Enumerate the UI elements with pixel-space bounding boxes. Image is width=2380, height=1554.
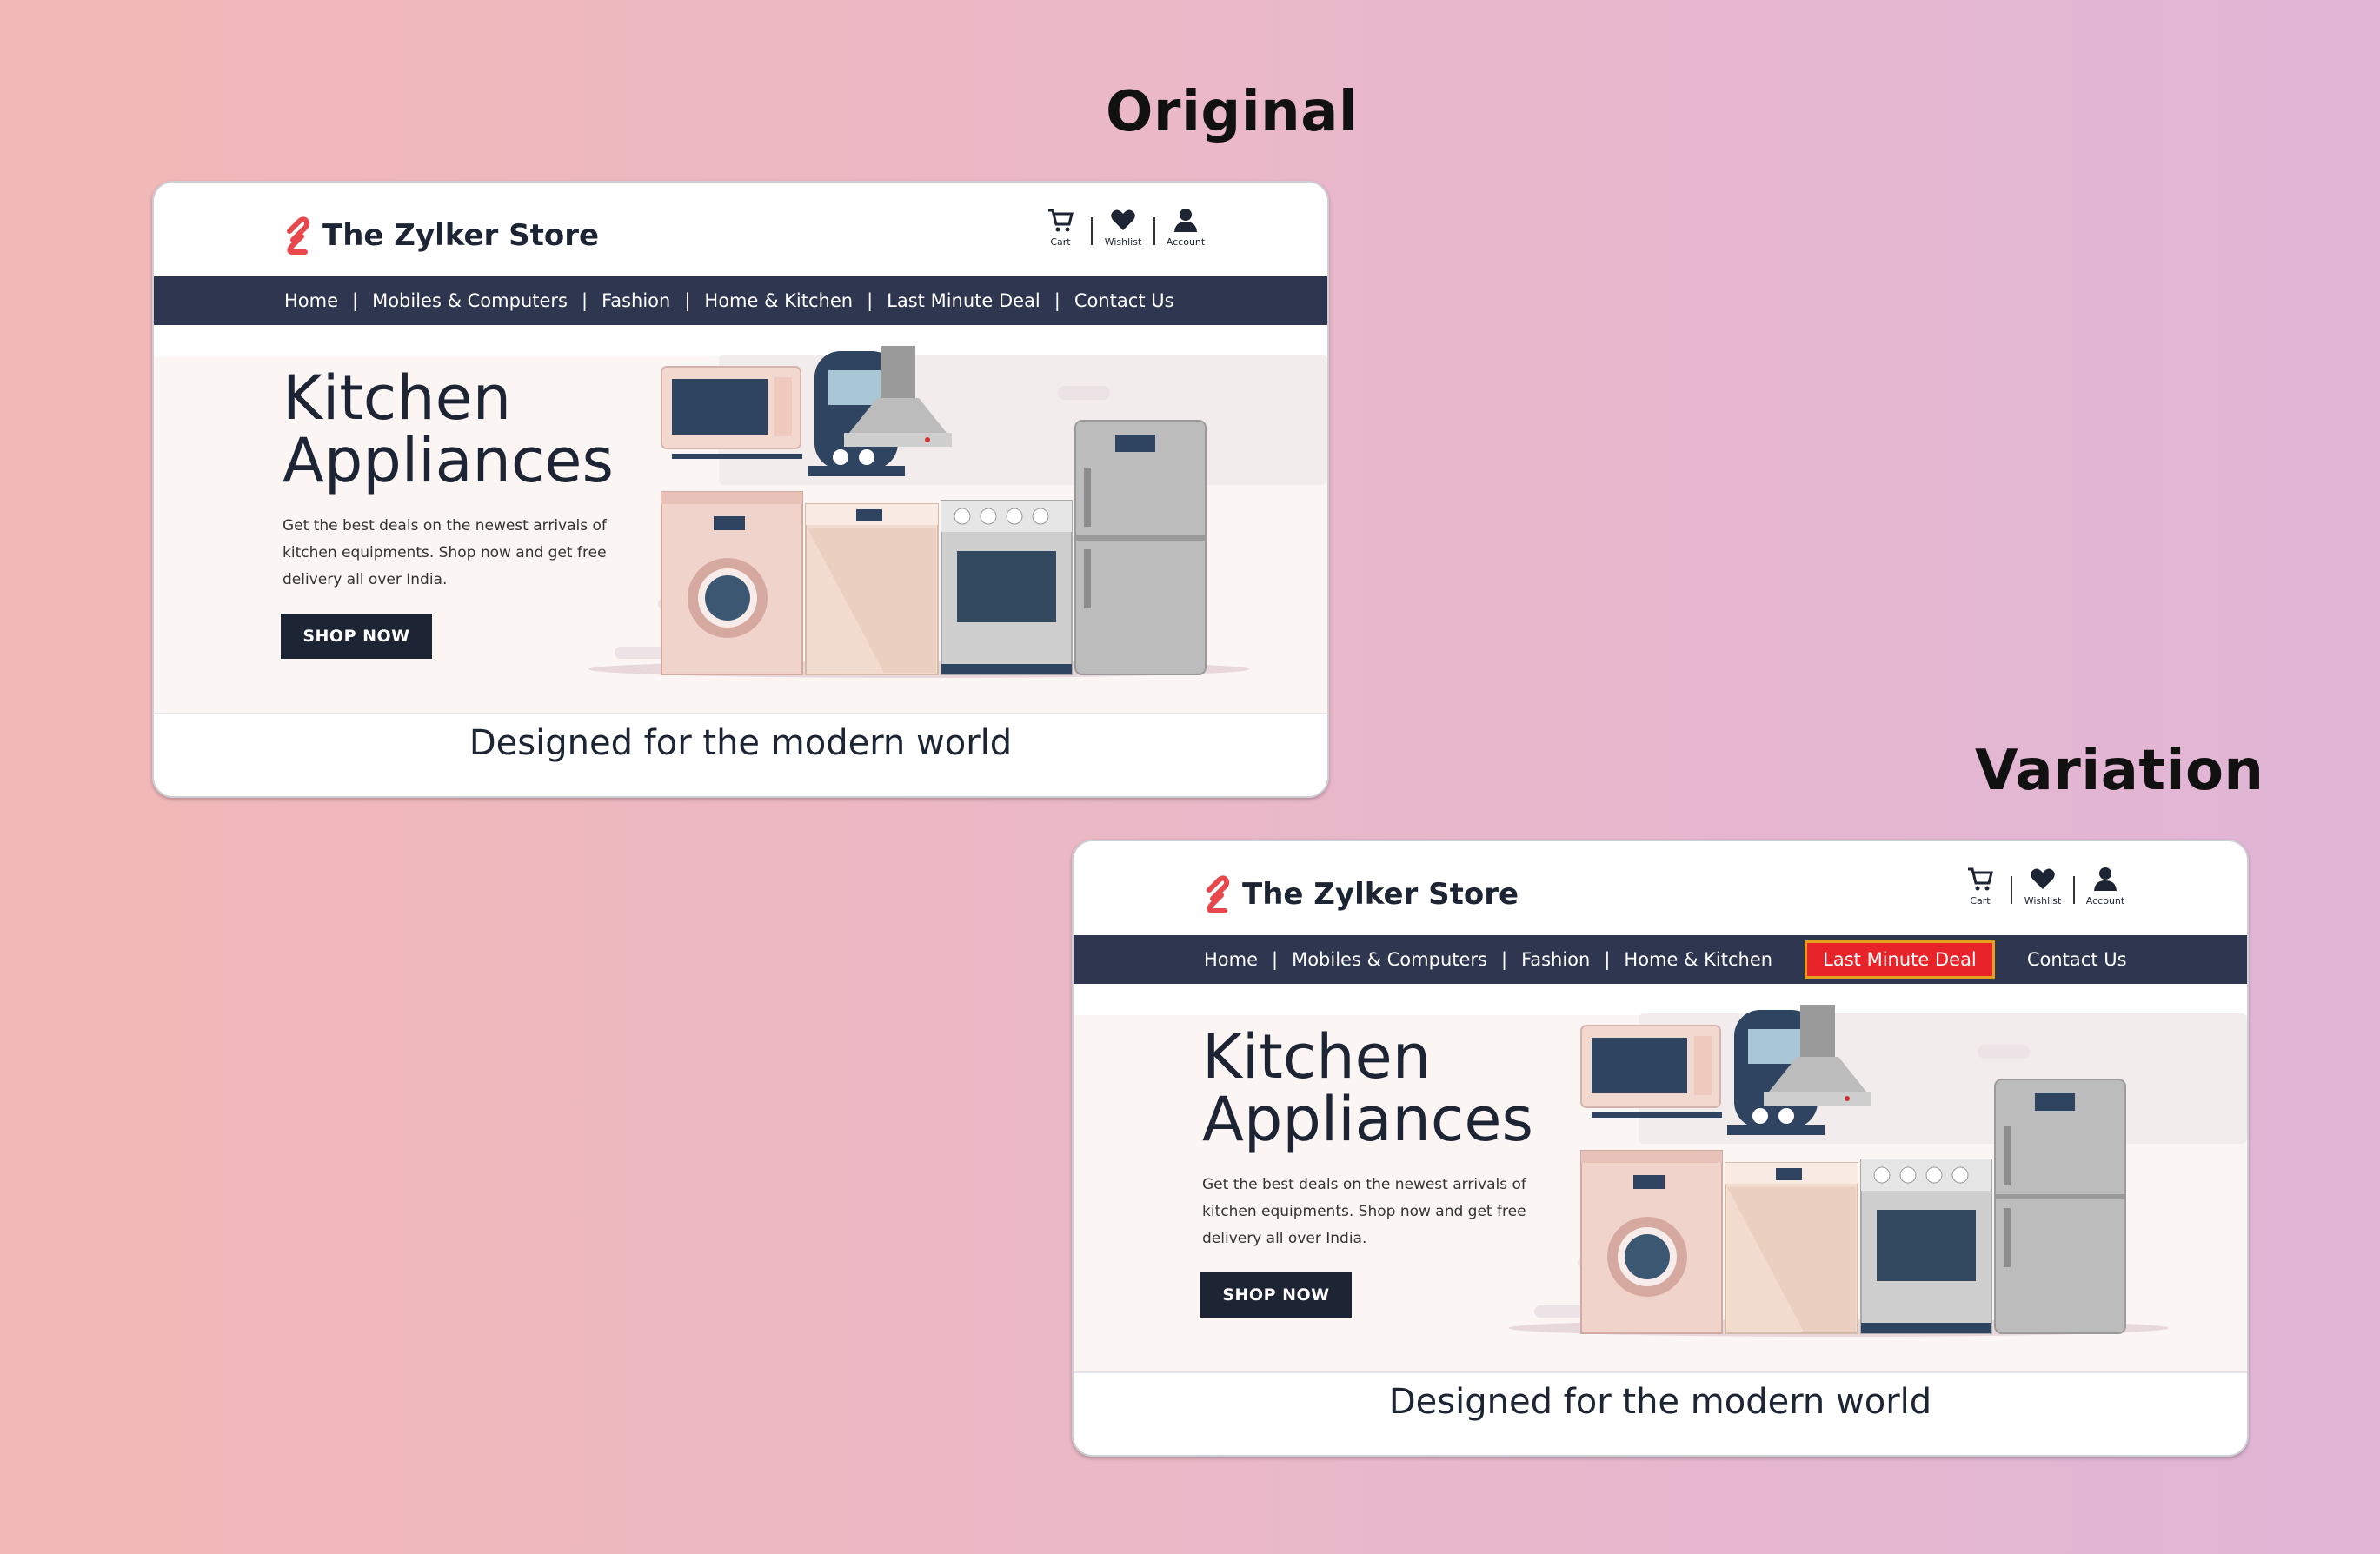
nav-contact-us[interactable]: Contact Us [1074,290,1174,311]
kitchen-appliances-illustration [1508,1005,2247,1337]
nav-mobiles-computers[interactable]: Mobiles & Computers [372,290,568,311]
header-icons: Cart Wishlist Account [1950,866,2136,906]
store-logo[interactable]: The Zylker Store [284,216,599,256]
nav-contact-us[interactable]: Contact Us [2027,949,2127,970]
nav-last-minute-deal[interactable]: Last Minute Deal [887,290,1040,311]
nav-separator: | [352,290,359,311]
cart-link[interactable]: Cart [1030,207,1091,248]
tagline: Designed for the modern world [1388,1382,1932,1422]
store-name: The Zylker Store [322,218,600,253]
cart-icon [1048,209,1074,232]
store-logo[interactable]: The Zylker Store [1204,874,1519,914]
header-icons: Cart Wishlist Account [1030,207,1216,248]
cart-label: Cart [1970,895,1991,906]
nav-fashion[interactable]: Fashion [602,290,670,311]
shop-now-button[interactable]: SHOP NOW [281,614,432,659]
wishlist-label: Wishlist [1104,236,1142,248]
account-icon [1174,209,1197,232]
account-label: Account [1166,236,1206,248]
site-header: The Zylker Store Cart Wishlist Account [154,183,1327,276]
shop-now-button[interactable]: SHOP NOW [1200,1272,1352,1318]
logo-icon [1207,875,1230,913]
wishlist-link[interactable]: Wishlist [2012,866,2073,906]
cart-label: Cart [1050,236,1071,248]
nav-separator: | [684,290,691,311]
content-divider [1074,1371,2247,1373]
hero-banner: Kitchen Appliances Get the best deals on… [1074,1005,2247,1371]
nav-separator: | [1500,949,1508,970]
nav-separator: | [1272,949,1279,970]
nav-separator: | [867,290,874,311]
cart-icon [1968,867,1993,891]
nav-fashion[interactable]: Fashion [1521,949,1590,970]
nav-home[interactable]: Home [284,290,338,311]
site-header: The Zylker Store Cart Wishlist Account [1074,841,2247,935]
nav-last-minute-deal-highlighted[interactable]: Last Minute Deal [1805,940,1995,979]
heart-icon [1111,209,1135,230]
content-divider [154,713,1327,714]
wishlist-link[interactable]: Wishlist [1093,207,1153,248]
cart-link[interactable]: Cart [1950,866,2011,906]
nav-separator: | [1054,290,1060,311]
account-link[interactable]: Account [1155,207,1216,248]
kitchen-appliances-illustration [588,346,1327,678]
nav-home-kitchen[interactable]: Home & Kitchen [704,290,853,311]
original-page-preview: The Zylker Store Cart Wishlist Account H… [152,181,1329,798]
nav-mobiles-computers[interactable]: Mobiles & Computers [1292,949,1487,970]
account-label: Account [2085,895,2125,906]
wishlist-label: Wishlist [2024,895,2062,906]
variation-heading: Variation [1975,739,2264,803]
account-icon [2094,867,2117,891]
variation-page-preview: The Zylker Store Cart Wishlist Account H… [1072,840,2249,1457]
hero-banner: Kitchen Appliances Get the best deals on… [154,346,1327,713]
nav-separator: | [1604,949,1611,970]
nav-home[interactable]: Home [1204,949,1258,970]
tagline: Designed for the modern world [469,723,1013,763]
nav-separator: | [581,290,588,311]
store-name: The Zylker Store [1242,877,1519,912]
original-heading: Original [1106,80,1359,144]
main-nav: Home | Mobiles & Computers | Fashion | H… [1074,935,2247,984]
heart-icon [2031,868,2055,889]
main-nav: Home | Mobiles & Computers | Fashion | H… [154,276,1327,325]
nav-home-kitchen[interactable]: Home & Kitchen [1624,949,1772,970]
account-link[interactable]: Account [2075,866,2136,906]
logo-icon [287,216,310,255]
